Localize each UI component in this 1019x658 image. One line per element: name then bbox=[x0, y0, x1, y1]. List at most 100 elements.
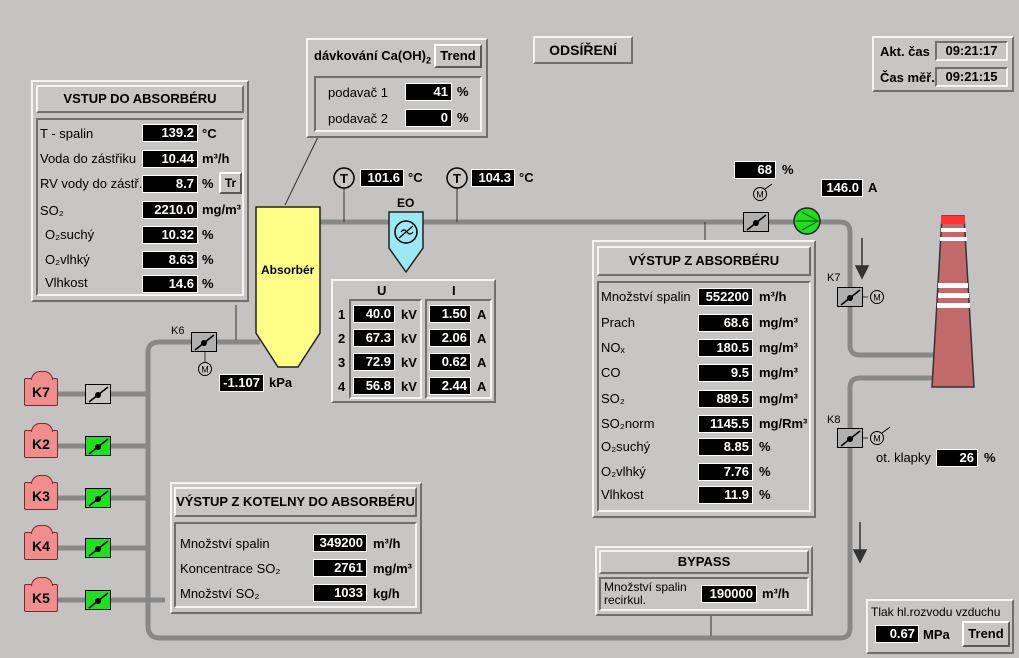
eo-row-3-i: 0.62 bbox=[429, 353, 471, 371]
inlet-t-value: 139.2 bbox=[142, 124, 198, 142]
boiler-valve-k5[interactable] bbox=[85, 590, 111, 610]
valve-k8[interactable] bbox=[837, 428, 863, 448]
eo-row-1-u-unit: kV bbox=[401, 307, 417, 322]
inlet-water-unit: m³/h bbox=[202, 151, 230, 166]
eo-row-1-u: 40.0 bbox=[353, 305, 395, 323]
boiler-k2-button[interactable]: K2 bbox=[24, 423, 58, 458]
pressure-value: -1.107 bbox=[219, 374, 264, 392]
outlet-row-unit: % bbox=[759, 487, 771, 502]
eo-row-1-num: 1 bbox=[338, 307, 346, 322]
inlet-rv-unit: % bbox=[202, 176, 214, 191]
boiler-out-flow-unit: m³/h bbox=[373, 536, 401, 551]
inlet-t-unit: °C bbox=[202, 126, 217, 141]
motor-k6-icon: M bbox=[198, 362, 212, 376]
valve-k6[interactable] bbox=[191, 332, 217, 352]
eo-row-2-u: 67.3 bbox=[353, 329, 395, 347]
valve-k7[interactable] bbox=[837, 287, 863, 307]
podavac-1-label: podavač 1 bbox=[328, 85, 388, 100]
inlet-o2d-value: 10.32 bbox=[142, 226, 198, 244]
podavac-1-value: 41 bbox=[405, 83, 452, 101]
boiler-valve-k4[interactable] bbox=[85, 538, 111, 558]
motor-fan-icon: M bbox=[753, 183, 773, 201]
fan-icon[interactable] bbox=[792, 206, 822, 236]
fan-current-value: 146.0 bbox=[821, 179, 863, 197]
outlet-row-unit: % bbox=[759, 439, 771, 454]
eo-row-2-i: 2.06 bbox=[429, 329, 471, 347]
dosing-trend-button[interactable]: Trend bbox=[434, 44, 482, 68]
boiler-k7-button[interactable]: K7 bbox=[24, 371, 58, 406]
outlet-row-label: SO₂norm bbox=[601, 416, 655, 431]
absorber-vessel bbox=[255, 206, 321, 368]
podavac-2-unit: % bbox=[457, 110, 469, 125]
svg-text:M: M bbox=[201, 365, 209, 375]
bypass-title: BYPASS bbox=[599, 550, 809, 574]
eo-row-4-i: 2.44 bbox=[429, 377, 471, 395]
outlet-row-label: O₂vlhký bbox=[601, 464, 646, 479]
chimney bbox=[931, 215, 975, 388]
cas-mer-value: 09:21:15 bbox=[935, 67, 1008, 87]
outlet-row-label: CO bbox=[601, 365, 621, 380]
inlet-so2-label: SO₂ bbox=[40, 203, 64, 218]
bypass-label-2: recirkul. bbox=[604, 593, 647, 607]
inlet-title: VSTUP DO ABSORBÉRU bbox=[36, 85, 244, 113]
eo-row-4-u: 56.8 bbox=[353, 377, 395, 395]
boiler-out-conc-unit: mg/m³ bbox=[373, 561, 412, 576]
inlet-tr-button[interactable]: Tr bbox=[219, 172, 242, 194]
air-pressure-unit: MPa bbox=[923, 627, 950, 642]
eo-row-3-num: 3 bbox=[338, 355, 346, 370]
eo-row-2-i-unit: A bbox=[477, 331, 487, 346]
outlet-row-value: 552200 bbox=[698, 288, 753, 306]
bypass-unit: m³/h bbox=[762, 586, 790, 601]
inlet-o2d-unit: % bbox=[202, 227, 214, 242]
outlet-row-value: 180.5 bbox=[698, 339, 753, 357]
inlet-o2d-label: O₂suchý bbox=[45, 227, 95, 242]
air-trend-button[interactable]: Trend bbox=[962, 621, 1010, 647]
outlet-row-label: Množství spalin bbox=[601, 289, 691, 304]
outlet-row-label: O₂suchý bbox=[601, 439, 651, 454]
bypass-value: 190000 bbox=[701, 585, 757, 603]
dosing-title: dávkování Ca(OH)2 bbox=[314, 48, 431, 66]
inlet-o2w-unit: % bbox=[202, 252, 214, 267]
svg-text:M: M bbox=[756, 190, 764, 200]
valve-k7-label: K7 bbox=[827, 272, 841, 284]
outlet-row-unit: mg/Rm³ bbox=[759, 416, 808, 431]
motor-k7-icon: M bbox=[870, 290, 884, 304]
outlet-row-value: 11.9 bbox=[698, 486, 753, 504]
boiler-k4-button[interactable]: K4 bbox=[24, 525, 58, 560]
eo-row-4-num: 4 bbox=[338, 379, 346, 394]
boiler-valve-k7[interactable] bbox=[85, 384, 111, 404]
inlet-water-label: Voda do zástřiku bbox=[40, 151, 137, 166]
boiler-valve-k2[interactable] bbox=[85, 436, 111, 456]
temp-sensor-2-icon: T bbox=[446, 167, 468, 189]
air-pressure-label: Tlak hl.rozvodu vzduchu bbox=[871, 605, 1001, 619]
svg-text:T: T bbox=[453, 171, 461, 186]
eo-row-4-u-unit: kV bbox=[401, 379, 417, 394]
inlet-so2-unit: mg/m³ bbox=[202, 202, 241, 217]
inlet-rv-label: RV vody do zástř. bbox=[40, 176, 143, 191]
flap-unit: % bbox=[984, 450, 996, 465]
page-title: ODSÍŘENÍ bbox=[533, 36, 633, 64]
boiler-k3-button[interactable]: K3 bbox=[24, 475, 58, 510]
outlet-row-value: 68.6 bbox=[698, 314, 753, 332]
fan-percent-value: 68 bbox=[734, 161, 776, 179]
boiler-valve-k3[interactable] bbox=[85, 488, 111, 508]
eo-i-header: I bbox=[452, 283, 456, 298]
flap-value: 26 bbox=[936, 449, 978, 467]
podavac-2-label: podavač 2 bbox=[328, 111, 388, 126]
boiler-k5-button[interactable]: K5 bbox=[24, 577, 58, 612]
valve-fan[interactable] bbox=[743, 212, 769, 232]
outlet-row-unit: % bbox=[759, 464, 771, 479]
boiler-out-amount-label: Množství SO₂ bbox=[180, 586, 260, 601]
svg-text:T: T bbox=[340, 171, 348, 186]
outlet-row-label: NOₓ bbox=[601, 340, 625, 355]
inlet-t-label: T - spalin bbox=[40, 126, 94, 141]
boiler-out-amount-value: 1033 bbox=[313, 584, 367, 602]
svg-text:M: M bbox=[873, 434, 881, 444]
temp-2-unit: °C bbox=[519, 170, 534, 185]
boiler-out-flow-value: 349200 bbox=[313, 534, 367, 552]
eo-precipitator-icon[interactable] bbox=[387, 210, 427, 274]
eo-row-2-num: 2 bbox=[338, 331, 346, 346]
valve-k6-label: K6 bbox=[171, 325, 185, 337]
eo-row-3-u-unit: kV bbox=[401, 355, 417, 370]
temp-1-value: 101.6 bbox=[360, 169, 404, 187]
